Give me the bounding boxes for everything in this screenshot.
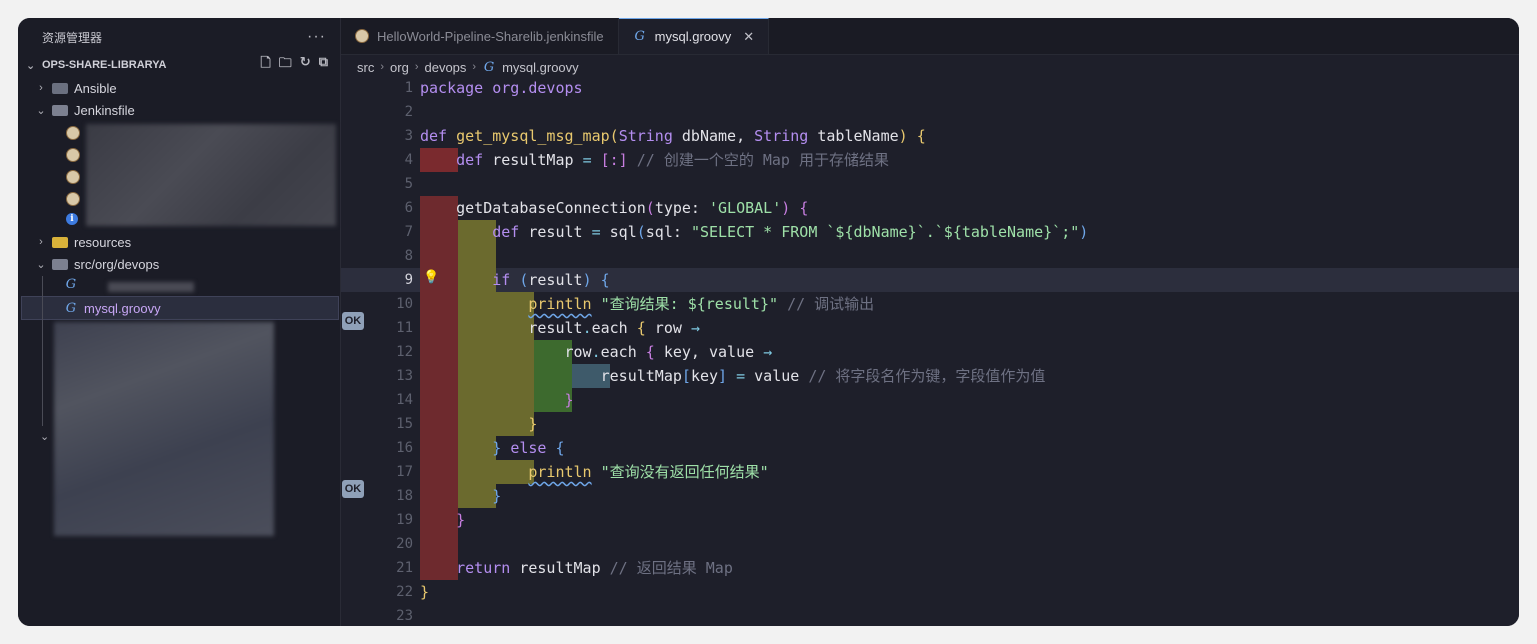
groovy-file-icon: G: [65, 300, 77, 316]
redacted-area: [54, 322, 274, 536]
folder-icon: [52, 82, 68, 94]
breadcrumb-item[interactable]: src: [357, 60, 374, 75]
project-name: OPS-SHARE-LIBRARYA: [42, 59, 167, 71]
tree-item-mysql-groovy[interactable]: G mysql.groovy: [21, 296, 339, 320]
chevron-down-icon[interactable]: ⌄: [34, 104, 48, 117]
chevron-right-icon[interactable]: ›: [34, 236, 48, 248]
code-line: result.each { row →: [420, 319, 700, 337]
chevron-down-icon[interactable]: ⌄: [34, 258, 48, 271]
explorer-title: 资源管理器: [42, 30, 103, 45]
refresh-icon[interactable]: ↻: [300, 54, 311, 76]
chevron-down-icon[interactable]: ⌄: [40, 430, 49, 443]
line-number: 23: [396, 608, 413, 624]
code-line: def get_mysql_msg_map(String dbName, Str…: [420, 127, 926, 145]
jenkins-file-icon: [66, 126, 80, 140]
explorer-actions: 🗋 🗀 ↻ ⧉: [260, 54, 340, 76]
breadcrumb-item[interactable]: mysql.groovy: [502, 60, 579, 75]
chevron-right-icon: ›: [380, 61, 385, 73]
tree-item-label: mysql.groovy: [84, 300, 161, 316]
folder-icon: [52, 236, 68, 248]
collapse-all-icon[interactable]: ⧉: [319, 54, 328, 76]
code-line: }: [564, 391, 574, 409]
tree-item-ansible[interactable]: › Ansible: [34, 77, 117, 99]
code-line: }: [492, 487, 502, 505]
tree-item-resources[interactable]: › resources: [34, 231, 131, 253]
jenkins-file-icon: [355, 29, 369, 43]
folder-open-icon: [52, 258, 68, 270]
tree-item-label: Ansible: [74, 80, 117, 96]
code-line: } else {: [492, 439, 565, 457]
code-line: def result = sql(sql: "SELECT * FROM `${…: [492, 223, 1089, 241]
tab-jenkinsfile[interactable]: HelloWorld-Pipeline-Sharelib.jenkinsfile: [341, 18, 619, 54]
info-file-icon: i: [66, 213, 78, 225]
tree-item-label: resources: [74, 234, 132, 250]
breadcrumb-item[interactable]: devops: [424, 60, 466, 75]
line-number: 5: [404, 176, 413, 192]
line-number: 2: [404, 104, 413, 120]
code-line: row.each { key, value →: [420, 343, 773, 361]
groovy-file-icon: G: [634, 29, 645, 44]
jenkins-file-icon: [66, 148, 80, 162]
indent-guide: [42, 276, 43, 426]
breadcrumb-item[interactable]: org: [390, 60, 409, 75]
code-line: def resultMap = [:] // 创建一个空的 Map 用于存储结果: [456, 151, 889, 169]
chevron-right-icon: ›: [472, 61, 477, 73]
new-folder-icon[interactable]: 🗀: [279, 54, 292, 76]
code-line: }: [456, 511, 466, 529]
chevron-right-icon[interactable]: ›: [34, 82, 48, 94]
code-line: getDatabaseConnection(type: 'GLOBAL') {: [420, 199, 809, 217]
new-file-icon[interactable]: 🗋: [260, 54, 270, 76]
editor-area: HelloWorld-Pipeline-Sharelib.jenkinsfile…: [341, 18, 1519, 626]
code-line: if (result) {: [492, 271, 610, 289]
jenkins-file-icon: [66, 192, 80, 206]
project-root[interactable]: ⌄ OPS-SHARE-LIBRARYA 🗋 🗀 ↻ ⧉: [18, 54, 340, 76]
explorer-header: 资源管理器 ···: [18, 18, 340, 56]
groovy-file-icon: G: [65, 277, 77, 292]
code-line: package org.devops: [420, 79, 583, 97]
code-line: }: [528, 415, 538, 433]
editor-window: 资源管理器 ··· ⌄ OPS-SHARE-LIBRARYA 🗋 🗀 ↻ ⧉ ›…: [18, 18, 1519, 626]
code-line: println "查询没有返回任何结果": [528, 463, 769, 481]
explorer-sidebar: 资源管理器 ··· ⌄ OPS-SHARE-LIBRARYA 🗋 🗀 ↻ ⧉ ›…: [18, 18, 341, 626]
chevron-right-icon: ›: [414, 61, 419, 73]
tab-label: mysql.groovy: [654, 29, 732, 44]
code-line: return resultMap // 返回结果 Map: [456, 559, 733, 577]
jenkins-file-icon: [66, 170, 80, 184]
redacted-area: [86, 124, 336, 226]
chevron-down-icon[interactable]: ⌄: [26, 59, 42, 72]
code-line: }: [420, 583, 430, 601]
code-editor[interactable]: 1 2 3 4 5 6 7 8 9 10 11 12 13 14 15 16 1…: [341, 78, 1519, 626]
folder-open-icon: [52, 104, 68, 116]
tree-item-label: Jenkinsfile: [74, 102, 135, 118]
code-line: println "查询结果: ${result}" // 调试输出: [528, 295, 875, 313]
groovy-file-icon: G: [483, 59, 495, 75]
redacted-area: [108, 282, 194, 292]
line-number: 20: [396, 536, 413, 552]
code-line: resultMap[key] = value // 将字段名作为键，字段值作为值: [420, 367, 1046, 385]
tree-item-label: src/org/devops: [74, 256, 160, 272]
more-actions-icon[interactable]: ···: [307, 28, 326, 46]
close-icon[interactable]: ✕: [743, 29, 754, 45]
tree-item-jenkinsfile[interactable]: ⌄ Jenkinsfile: [34, 99, 135, 121]
line-number: 8: [404, 248, 413, 264]
tab-label: HelloWorld-Pipeline-Sharelib.jenkinsfile: [377, 28, 604, 44]
tree-item-src-org-devops[interactable]: ⌄ src/org/devops: [34, 253, 159, 275]
tab-mysql-groovy[interactable]: G mysql.groovy ✕: [618, 18, 770, 54]
tab-bar: HelloWorld-Pipeline-Sharelib.jenkinsfile…: [341, 18, 1519, 55]
